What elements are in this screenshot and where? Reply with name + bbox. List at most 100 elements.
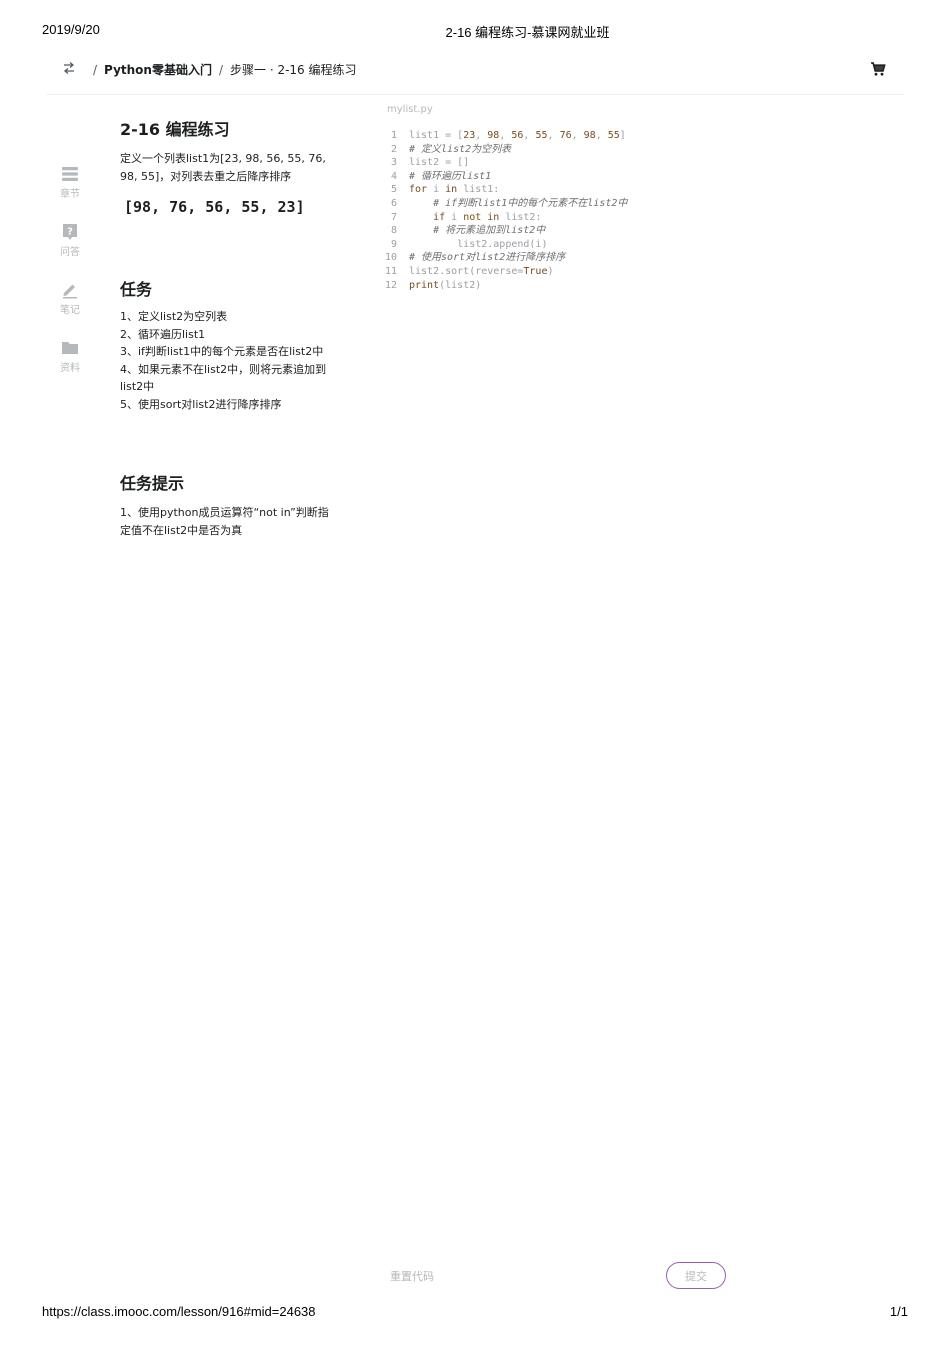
code-line[interactable]: 2 # 定义list2为空列表 (378, 143, 627, 157)
line-number: 8 (390, 225, 397, 237)
editor-file-tab[interactable]: mylist.py (387, 104, 433, 115)
code-line[interactable]: 11 list2.sort(reverse=True) (378, 265, 627, 279)
task-item: 5、使用sort对list2进行降序排序 (120, 397, 282, 411)
code-token: # 循环遍历list1 (409, 170, 492, 182)
code-token: , (499, 130, 512, 141)
code-line[interactable]: 1 list1 = [23, 98, 56, 55, 76, 98, 55] (378, 129, 627, 143)
code-token: , (571, 130, 584, 141)
breadcrumb: / Python零基础入门 / 步骤一 · 2-16 编程练习 (86, 61, 357, 78)
nav-item-notes[interactable]: 笔记 (52, 281, 88, 316)
hint-text: 1、使用python成员运算符“not in”判断指定值不在list2中是否为真 (120, 506, 329, 537)
code-token: 98 (583, 130, 596, 141)
code-token: 55 (535, 130, 548, 141)
code-token: , (523, 130, 536, 141)
code-token: True (523, 265, 548, 277)
shopping-cart-icon[interactable] (870, 61, 886, 77)
code-token: 76 (559, 130, 572, 141)
code-token: # if判断list1中的每个元素不在list2中 (433, 197, 628, 209)
code-line[interactable]: 4 # 循环遍历list1 (378, 170, 627, 184)
switch-arrows-icon[interactable] (62, 61, 76, 75)
task-item: 4、如果元素不在list2中，则将元素追加到list2中 (120, 362, 327, 394)
breadcrumb-course-link[interactable]: Python零基础入门 (104, 63, 212, 77)
nav-item-qa[interactable]: ? 问答 (52, 223, 88, 258)
code-token: list1: (457, 184, 500, 196)
code-token: # 定义list2为空列表 (409, 143, 512, 155)
line-number: 1 (390, 130, 397, 141)
line-number: 11 (384, 265, 397, 277)
action-bar: 重置代码 提交 (378, 1262, 898, 1290)
nav-item-materials[interactable]: 资料 (52, 339, 88, 374)
pencil-icon (63, 284, 77, 299)
line-number: 4 (390, 170, 397, 182)
code-area[interactable]: 1 list1 = [23, 98, 56, 55, 76, 98, 55] 2 # … (378, 129, 627, 292)
breadcrumb-step: 步骤一 · 2-16 编程练习 (230, 63, 357, 77)
code-token: list1 = [ (409, 130, 464, 141)
line-number: 3 (390, 157, 397, 169)
exercise-title: 2-16 编程练习 (120, 120, 230, 139)
code-token: list2 = [] (409, 157, 470, 169)
top-bar: / Python零基础入门 / 步骤一 · 2-16 编程练习 (46, 52, 904, 95)
line-number: 2 (390, 143, 397, 155)
code-line[interactable]: 3 list2 = [] (378, 156, 627, 170)
code-token: # 使用sort对list2进行降序排序 (409, 252, 566, 264)
code-token: list2.append(i) (409, 238, 548, 250)
task-heading: 任务 (120, 280, 153, 299)
breadcrumb-separator: / (218, 63, 224, 77)
print-page-number: 1/1 (889, 1304, 908, 1319)
task-item: 2、循环遍历list1 (120, 327, 206, 341)
line-number: 5 (390, 184, 397, 196)
code-token: (list2) (439, 279, 482, 291)
code-token: ) (547, 265, 554, 277)
task-list: 1、定义list2为空列表 2、循环遍历list1 3、if判断list1中的每… (120, 308, 336, 414)
code-token: list2: (499, 211, 542, 223)
code-token: 55 (607, 130, 620, 141)
code-token: for (409, 184, 428, 196)
breadcrumb-separator: / (93, 63, 98, 77)
code-line[interactable]: 7 if i not in list2: (378, 211, 627, 225)
code-token: if (433, 211, 446, 223)
code-token: # 将元素追加到list2中 (433, 225, 546, 237)
nav-label: 章节 (60, 189, 80, 200)
code-token: print (409, 279, 440, 291)
svg-text:?: ? (67, 227, 73, 238)
nav-label: 资料 (60, 363, 80, 374)
code-token: i (427, 184, 446, 196)
line-number: 9 (390, 238, 397, 250)
chapters-icon (62, 167, 78, 181)
code-line[interactable]: 9 list2.append(i) (378, 238, 627, 252)
print-url: https://class.imooc.com/lesson/916#mid=2… (42, 1304, 316, 1319)
reset-code-button[interactable]: 重置代码 (390, 1268, 434, 1284)
line-number: 7 (390, 211, 397, 223)
code-token: not in (463, 211, 500, 223)
task-item: 1、定义list2为空列表 (120, 310, 228, 323)
task-item: 3、if判断list1中的每个元素是否在list2中 (120, 345, 324, 359)
nav-item-chapters[interactable]: 章节 (52, 165, 88, 200)
folder-icon (62, 342, 78, 354)
print-page-title: 2-16 编程练习-慕课网就业班 (445, 25, 610, 40)
code-token: , (547, 130, 560, 141)
code-token: , (595, 130, 608, 141)
code-line[interactable]: 5 for i in list1: (378, 183, 627, 197)
code-line[interactable]: 6 # if判断list1中的每个元素不在list2中 (378, 197, 627, 211)
code-token: i (445, 211, 464, 223)
exercise-description: 定义一个列表list1为[23, 98, 56, 55, 76, 98, 55]… (120, 152, 326, 183)
expected-output: [98, 76, 56, 55, 23] (124, 198, 305, 216)
code-token: , (475, 130, 488, 141)
code-line[interactable]: 12 print(list2) (378, 279, 627, 293)
code-token: 23 (463, 130, 476, 141)
nav-label: 问答 (60, 247, 80, 258)
code-token: 56 (511, 130, 524, 141)
code-line[interactable]: 8 # 将元素追加到list2中 (378, 224, 627, 238)
submit-button[interactable]: 提交 (666, 1262, 726, 1289)
hint-heading: 任务提示 (120, 474, 185, 493)
code-token: list2.sort(reverse= (409, 265, 524, 277)
question-icon: ? (63, 224, 77, 240)
code-token: 98 (487, 130, 500, 141)
line-number: 6 (390, 197, 397, 209)
code-token: ] (619, 130, 626, 141)
nav-label: 笔记 (60, 305, 80, 316)
code-line[interactable]: 10 # 使用sort对list2进行降序排序 (378, 251, 627, 265)
